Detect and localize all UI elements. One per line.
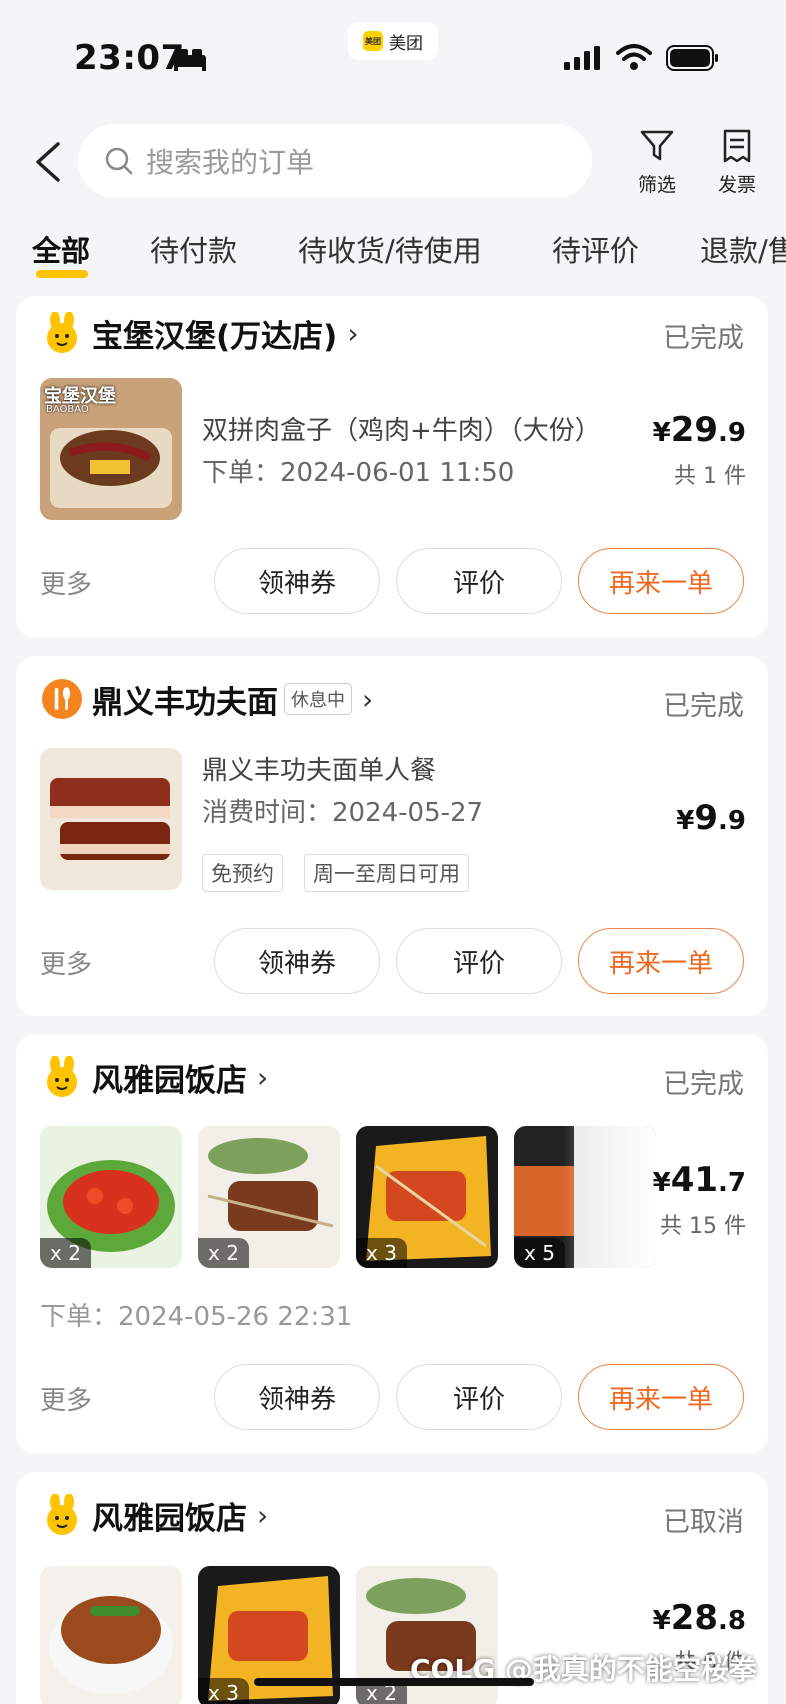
order-status: 已完成 bbox=[663, 1069, 744, 1100]
status-bar: 23:07 美团 美团 bbox=[0, 0, 786, 110]
reorder-button[interactable]: 再来一单 bbox=[578, 928, 744, 994]
product-thumbnail[interactable]: x 5 bbox=[514, 1126, 656, 1268]
kangaroo-mascot-icon bbox=[42, 1056, 82, 1098]
active-tab-indicator bbox=[36, 270, 88, 278]
chevron-right-icon: › bbox=[362, 682, 374, 716]
order-status: 已取消 bbox=[663, 1507, 744, 1538]
app-indicator[interactable]: 美团 美团 bbox=[348, 22, 438, 60]
chevron-right-icon: › bbox=[257, 1498, 269, 1532]
search-placeholder: 搜索我的订单 bbox=[146, 146, 315, 179]
kangaroo-mascot-icon bbox=[42, 312, 82, 354]
battery-icon bbox=[666, 45, 718, 71]
invoice-button[interactable]: 发票 bbox=[702, 128, 772, 197]
app-indicator-label: 美团 bbox=[389, 33, 423, 54]
home-indicator[interactable] bbox=[254, 1678, 534, 1686]
item-title: 鼎义丰功夫面单人餐 bbox=[202, 756, 437, 786]
product-thumbnail[interactable]: 宝堡汉堡 BAOBAO bbox=[40, 378, 182, 520]
tab-pending-receipt[interactable]: 待收货/待使用 bbox=[298, 228, 482, 270]
item-count: 共 1 件 bbox=[674, 464, 746, 489]
review-button[interactable]: 评价 bbox=[396, 1364, 562, 1430]
quantity-badge: x 2 bbox=[40, 1238, 91, 1268]
order-price: ¥41.7 bbox=[652, 1160, 746, 1200]
order-status: 已完成 bbox=[663, 691, 744, 722]
quantity-badge: x 5 bbox=[514, 1238, 565, 1268]
filter-button[interactable]: 筛选 bbox=[622, 128, 692, 197]
shop-name: 风雅园饭店 bbox=[92, 1500, 247, 1537]
tab-all[interactable]: 全部 bbox=[32, 228, 90, 270]
product-thumbnail[interactable] bbox=[40, 1566, 182, 1704]
sleep-focus-icon bbox=[174, 49, 206, 71]
search-icon bbox=[105, 147, 133, 175]
order-status: 已完成 bbox=[663, 323, 744, 354]
get-coupon-button[interactable]: 领神券 bbox=[214, 928, 380, 994]
restaurant-icon bbox=[42, 678, 82, 720]
invoice-icon bbox=[723, 129, 751, 163]
order-tabs: 全部 待付款 待收货/待使用 待评价 退款/售 bbox=[0, 228, 786, 288]
more-link[interactable]: 更多 bbox=[40, 1380, 92, 1417]
order-card[interactable]: 风雅园饭店 › 已完成 x 2 x 2 x 3 x 5 ¥41.7 共 15 件… bbox=[16, 1034, 768, 1454]
reorder-button[interactable]: 再来一单 bbox=[578, 548, 744, 614]
order-card[interactable]: 宝堡汉堡(万达店) › 已完成 宝堡汉堡 BAOBAO 双拼肉盒子（鸡肉+牛肉）… bbox=[16, 296, 768, 638]
product-thumbnail[interactable]: x 3 bbox=[356, 1126, 498, 1268]
quantity-badge: x 2 bbox=[198, 1238, 249, 1268]
order-card[interactable]: 鼎义丰功夫面 休息中 › 已完成 鼎义丰功夫面单人餐 消费时间：2024-05-… bbox=[16, 656, 768, 1016]
kangaroo-mascot-icon bbox=[42, 1494, 82, 1536]
shop-name: 宝堡汉堡(万达店) bbox=[92, 318, 338, 355]
product-thumbnail[interactable] bbox=[40, 748, 182, 890]
tab-pending-review[interactable]: 待评价 bbox=[552, 228, 639, 270]
filter-label: 筛选 bbox=[637, 174, 676, 196]
get-coupon-button[interactable]: 领神券 bbox=[214, 548, 380, 614]
item-count: 共 15 件 bbox=[660, 1214, 746, 1239]
closed-badge: 休息中 bbox=[284, 683, 352, 715]
shop-header[interactable]: 风雅园饭店 › bbox=[42, 1492, 268, 1538]
tag-no-reservation: 免预约 bbox=[202, 854, 283, 892]
item-title: 双拼肉盒子（鸡肉+牛肉）（大份） bbox=[202, 416, 601, 446]
tag-available-days: 周一至周日可用 bbox=[304, 854, 469, 892]
shop-header[interactable]: 风雅园饭店 › bbox=[42, 1054, 268, 1100]
order-time: 下单：2024-06-01 11:50 bbox=[202, 458, 515, 488]
more-link[interactable]: 更多 bbox=[40, 564, 92, 601]
thumbnail-brand-subtext: BAOBAO bbox=[46, 404, 89, 415]
consume-time: 消费时间：2024-05-27 bbox=[202, 798, 484, 828]
shop-name: 风雅园饭店 bbox=[92, 1062, 247, 1099]
tab-refund[interactable]: 退款/售 bbox=[700, 228, 786, 270]
order-price: ¥28.8 bbox=[652, 1598, 746, 1638]
wifi-icon bbox=[616, 44, 652, 70]
tab-pending-payment[interactable]: 待付款 bbox=[150, 228, 237, 270]
shop-header[interactable]: 鼎义丰功夫面 休息中 › bbox=[42, 676, 373, 722]
chevron-right-icon: › bbox=[257, 1060, 269, 1094]
chevron-right-icon: › bbox=[347, 316, 359, 350]
more-link[interactable]: 更多 bbox=[40, 944, 92, 981]
status-time: 23:07 bbox=[74, 38, 185, 78]
order-time: 下单：2024-05-26 22:31 bbox=[40, 1302, 353, 1332]
filter-icon bbox=[640, 130, 674, 161]
review-button[interactable]: 评价 bbox=[396, 548, 562, 614]
get-coupon-button[interactable]: 领神券 bbox=[214, 1364, 380, 1430]
shop-header[interactable]: 宝堡汉堡(万达店) › bbox=[42, 310, 359, 356]
invoice-label: 发票 bbox=[717, 174, 756, 196]
product-thumbnail[interactable]: x 2 bbox=[198, 1126, 340, 1268]
quantity-badge: x 3 bbox=[198, 1678, 249, 1704]
order-price: ¥9.9 bbox=[676, 798, 746, 838]
shop-name: 鼎义丰功夫面 bbox=[92, 684, 278, 721]
meituan-logo-icon: 美团 bbox=[363, 31, 383, 51]
order-price: ¥29.9 bbox=[652, 410, 746, 450]
quantity-badge: x 3 bbox=[356, 1238, 407, 1268]
product-thumbnail[interactable]: x 2 bbox=[40, 1126, 182, 1268]
cellular-signal-icon bbox=[564, 46, 600, 70]
back-icon[interactable] bbox=[30, 140, 70, 184]
review-button[interactable]: 评价 bbox=[396, 928, 562, 994]
reorder-button[interactable]: 再来一单 bbox=[578, 1364, 744, 1430]
search-input[interactable]: 搜索我的订单 bbox=[78, 124, 592, 198]
